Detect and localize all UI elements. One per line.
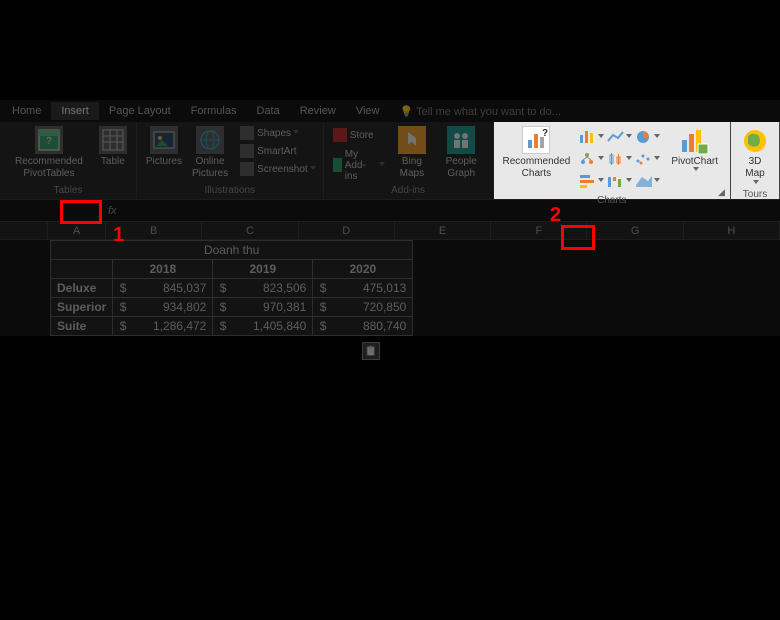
year-2020[interactable]: 2020 [313,260,413,279]
tab-insert[interactable]: Insert [51,102,99,120]
tellme-search[interactable]: 💡 Tell me what you want to do... [389,102,570,121]
shapes-button[interactable]: Shapes [237,124,319,142]
col-header-e[interactable]: E [395,222,491,240]
ribbon-tabs: Home Insert Page Layout Formulas Data Re… [0,100,780,122]
online-pictures-icon [196,126,224,154]
name-box[interactable] [0,200,100,221]
recommended-charts-button[interactable]: ? Recommended Charts [498,124,576,182]
scatter-chart-button[interactable] [634,149,660,169]
group-label-addins: Add-ins [328,184,489,198]
group-tours: 3D Map Tours [731,122,780,199]
table-icon [99,126,127,154]
table-row[interactable]: Superior $934,802 $970,381 $720,850 [51,298,413,317]
pictures-icon [150,126,178,154]
tab-home[interactable]: Home [2,102,51,120]
pie-chart-button[interactable] [634,127,660,147]
select-all-corner[interactable] [0,222,48,240]
bing-icon [398,126,426,154]
people-graph-icon [447,126,475,154]
annotation-2: 2 [550,204,561,227]
column-chart-button[interactable] [578,127,604,147]
pictures-button[interactable]: Pictures [141,124,187,170]
svg-text:?: ? [542,128,548,139]
pivotchart-button[interactable]: PivotChart [663,124,726,175]
table-button[interactable]: Table [94,124,132,170]
recommended-pivottables-button[interactable]: ? Recommended PivotTables [4,124,94,182]
smartart-icon [240,144,254,158]
my-addins-button[interactable]: My Add-ins [330,156,388,174]
table-row[interactable]: Suite $1,286,472 $1,405,840 $880,740 [51,317,413,336]
col-header-f[interactable]: F [491,222,587,240]
shapes-icon [240,126,254,140]
3d-map-button[interactable]: 3D Map [735,124,775,188]
ribbon-body: ? Recommended PivotTables Table Tables P… [0,122,780,200]
group-label-illustrations: Illustrations [141,184,319,198]
3d-map-icon [740,126,770,156]
smartart-button[interactable]: SmartArt [237,142,319,160]
store-button[interactable]: Store [330,126,388,144]
tab-formulas[interactable]: Formulas [181,102,247,120]
year-2019[interactable]: 2019 [213,260,313,279]
pivottable-icon: ? [35,126,63,154]
surface-chart-button[interactable] [634,171,660,191]
waterfall-chart-button[interactable] [606,171,632,191]
screenshot-button[interactable]: Screenshot [237,160,319,178]
bing-maps-button[interactable]: Bing Maps [390,124,434,182]
charts-dialog-launcher[interactable]: ◢ [718,187,728,197]
group-label-charts: Charts [498,194,727,207]
table-row[interactable]: Deluxe $845,037 $823,506 $475,013 [51,279,413,298]
tab-data[interactable]: Data [246,102,289,120]
online-pictures-button[interactable]: Online Pictures [187,124,233,182]
col-header-h[interactable]: H [684,222,780,240]
bar-chart-button[interactable] [578,171,604,191]
group-charts: ? Recommended Charts [494,122,732,199]
recommended-charts-icon: ? [522,126,550,154]
addins-icon [333,158,342,172]
col-header-g[interactable]: G [587,222,683,240]
line-chart-button[interactable] [606,127,632,147]
paste-options-icon[interactable]: 📋 [362,342,380,360]
group-label-tables: Tables [4,184,132,198]
table-title[interactable]: Doanh thu [51,241,413,260]
fx-label[interactable]: fx [100,205,125,217]
pivotchart-icon [680,126,710,156]
hierarchy-chart-button[interactable] [578,149,604,169]
col-header-c[interactable]: C [202,222,298,240]
data-table[interactable]: Doanh thu 2018 2019 2020 Deluxe $845,037… [50,240,413,336]
store-icon [333,128,347,142]
screenshot-icon [240,162,254,176]
annotation-1: 1 [113,224,124,247]
svg-text:?: ? [46,136,52,147]
group-label-tours: Tours [735,188,775,201]
group-illustrations: Pictures Online Pictures Shapes SmartArt [137,122,324,199]
people-graph-button[interactable]: People Graph [434,124,489,182]
statistic-chart-button[interactable] [606,149,632,169]
col-header-a[interactable]: A [48,222,106,240]
group-tables: ? Recommended PivotTables Table Tables [0,122,137,199]
tab-page-layout[interactable]: Page Layout [99,102,181,120]
col-header-d[interactable]: D [299,222,395,240]
group-addins: Store My Add-ins Bing Maps People Graph [324,122,494,199]
tab-view[interactable]: View [346,102,390,120]
tab-review[interactable]: Review [290,102,346,120]
year-2018[interactable]: 2018 [113,260,213,279]
